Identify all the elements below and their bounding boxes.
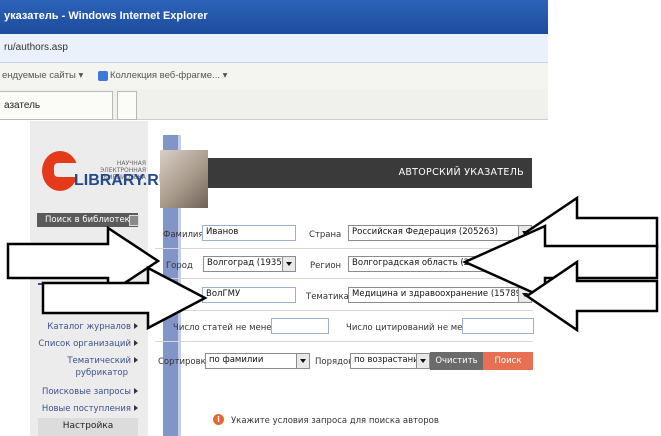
sort-select[interactable]: по фамилии (205, 353, 310, 369)
ie-page-icon (98, 71, 108, 81)
region-select[interactable]: Волгоградская область (2106) (348, 256, 532, 272)
chevron-down-icon (282, 257, 295, 271)
new-tab-button[interactable] (117, 91, 137, 120)
favorites-suggested-link[interactable]: ендуемые сайты ▾ (2, 70, 83, 81)
favorites-gallery-link[interactable]: Коллекция веб-фрагме... ▾ (110, 70, 227, 81)
chevron-right-icon (134, 340, 138, 346)
sidebar-item-rubricator-line2[interactable]: рубрикатор (30, 368, 128, 378)
grid-icon (129, 215, 139, 226)
chevron-down-icon (518, 288, 531, 302)
chevron-down-icon (518, 226, 531, 240)
info-message: Укажите условия запроса для поиска автор… (231, 416, 439, 426)
row-divider (155, 341, 533, 342)
chevron-down-icon (416, 354, 429, 368)
region-label: Регион (310, 261, 342, 271)
sidebar-item-organizations[interactable]: Список организаций (30, 339, 138, 349)
order-select[interactable]: по возрастанию (350, 353, 430, 369)
row-divider (155, 310, 533, 311)
topic-label: Тематика (306, 292, 349, 302)
window-title: указатель - Windows Internet Explorer (4, 10, 208, 22)
organization-label: ация (178, 292, 200, 302)
window-titlebar: указатель - Windows Internet Explorer (0, 0, 548, 34)
surname-label: Фамилия (163, 230, 204, 240)
row-divider (155, 278, 533, 279)
city-label: Город (166, 261, 193, 271)
library-search-label: Поиск в библиотеке (45, 215, 136, 225)
settings-button[interactable]: Настройка (38, 418, 138, 436)
chevron-down-icon (518, 257, 531, 271)
articles-min-input[interactable] (271, 318, 329, 334)
sidebar-item-journals[interactable]: Каталог журналов (30, 322, 138, 332)
address-text[interactable]: ru/authors.asp (4, 42, 68, 53)
sidebar-divider (38, 283, 138, 285)
chevron-right-icon (134, 388, 138, 394)
chevron-right-icon (134, 323, 138, 329)
page-header: АВТОРСКИЙ УКАЗАТЕЛЬ (208, 158, 532, 188)
sidebar-item-queries[interactable]: Поисковые запросы (30, 387, 138, 397)
order-label: Порядок (315, 357, 354, 367)
page-title: АВТОРСКИЙ УКАЗАТЕЛЬ (398, 167, 524, 178)
sort-label: Сортировка (158, 357, 211, 367)
favorites-bar: ендуемые сайты ▾ Коллекция веб-фрагме...… (0, 63, 548, 90)
library-search-button[interactable]: Поиск в библиотеке (37, 213, 139, 227)
clear-button[interactable]: Очистить (430, 352, 483, 370)
surname-input[interactable]: Иванов (202, 225, 296, 241)
info-icon: i (213, 414, 224, 425)
logo-wordmark[interactable]: LIBRARY.RU (74, 172, 170, 190)
city-select[interactable]: Волгоград (1935) (203, 256, 296, 272)
sidebar-item-rubricator[interactable]: Тематический (30, 356, 138, 366)
organization-input[interactable]: ВолГМУ (202, 287, 296, 303)
search-button[interactable]: Поиск (483, 352, 533, 370)
tab-active[interactable]: азатель (0, 91, 113, 120)
tab-title: азатель (4, 100, 41, 111)
sidebar-item-home[interactable]: Начальная страница (30, 305, 138, 315)
topic-select[interactable]: Медицина и здравоохранение (15789) (348, 287, 532, 303)
citations-min-label: Число цитирований не менее (346, 323, 479, 333)
address-bar[interactable]: ru/authors.asp (0, 34, 548, 63)
row-divider (155, 248, 533, 249)
citations-min-input[interactable] (462, 318, 534, 334)
chevron-down-icon (296, 354, 309, 368)
country-select[interactable]: Российская Федерация (205263) (348, 225, 532, 241)
header-photo (160, 150, 208, 208)
chevron-right-icon (134, 357, 138, 363)
chevron-right-icon (134, 405, 138, 411)
sidebar-item-new-arrivals[interactable]: Новые поступления (30, 404, 138, 414)
articles-min-label: Число статей не менее (173, 323, 277, 333)
country-label: Страна (309, 230, 342, 240)
